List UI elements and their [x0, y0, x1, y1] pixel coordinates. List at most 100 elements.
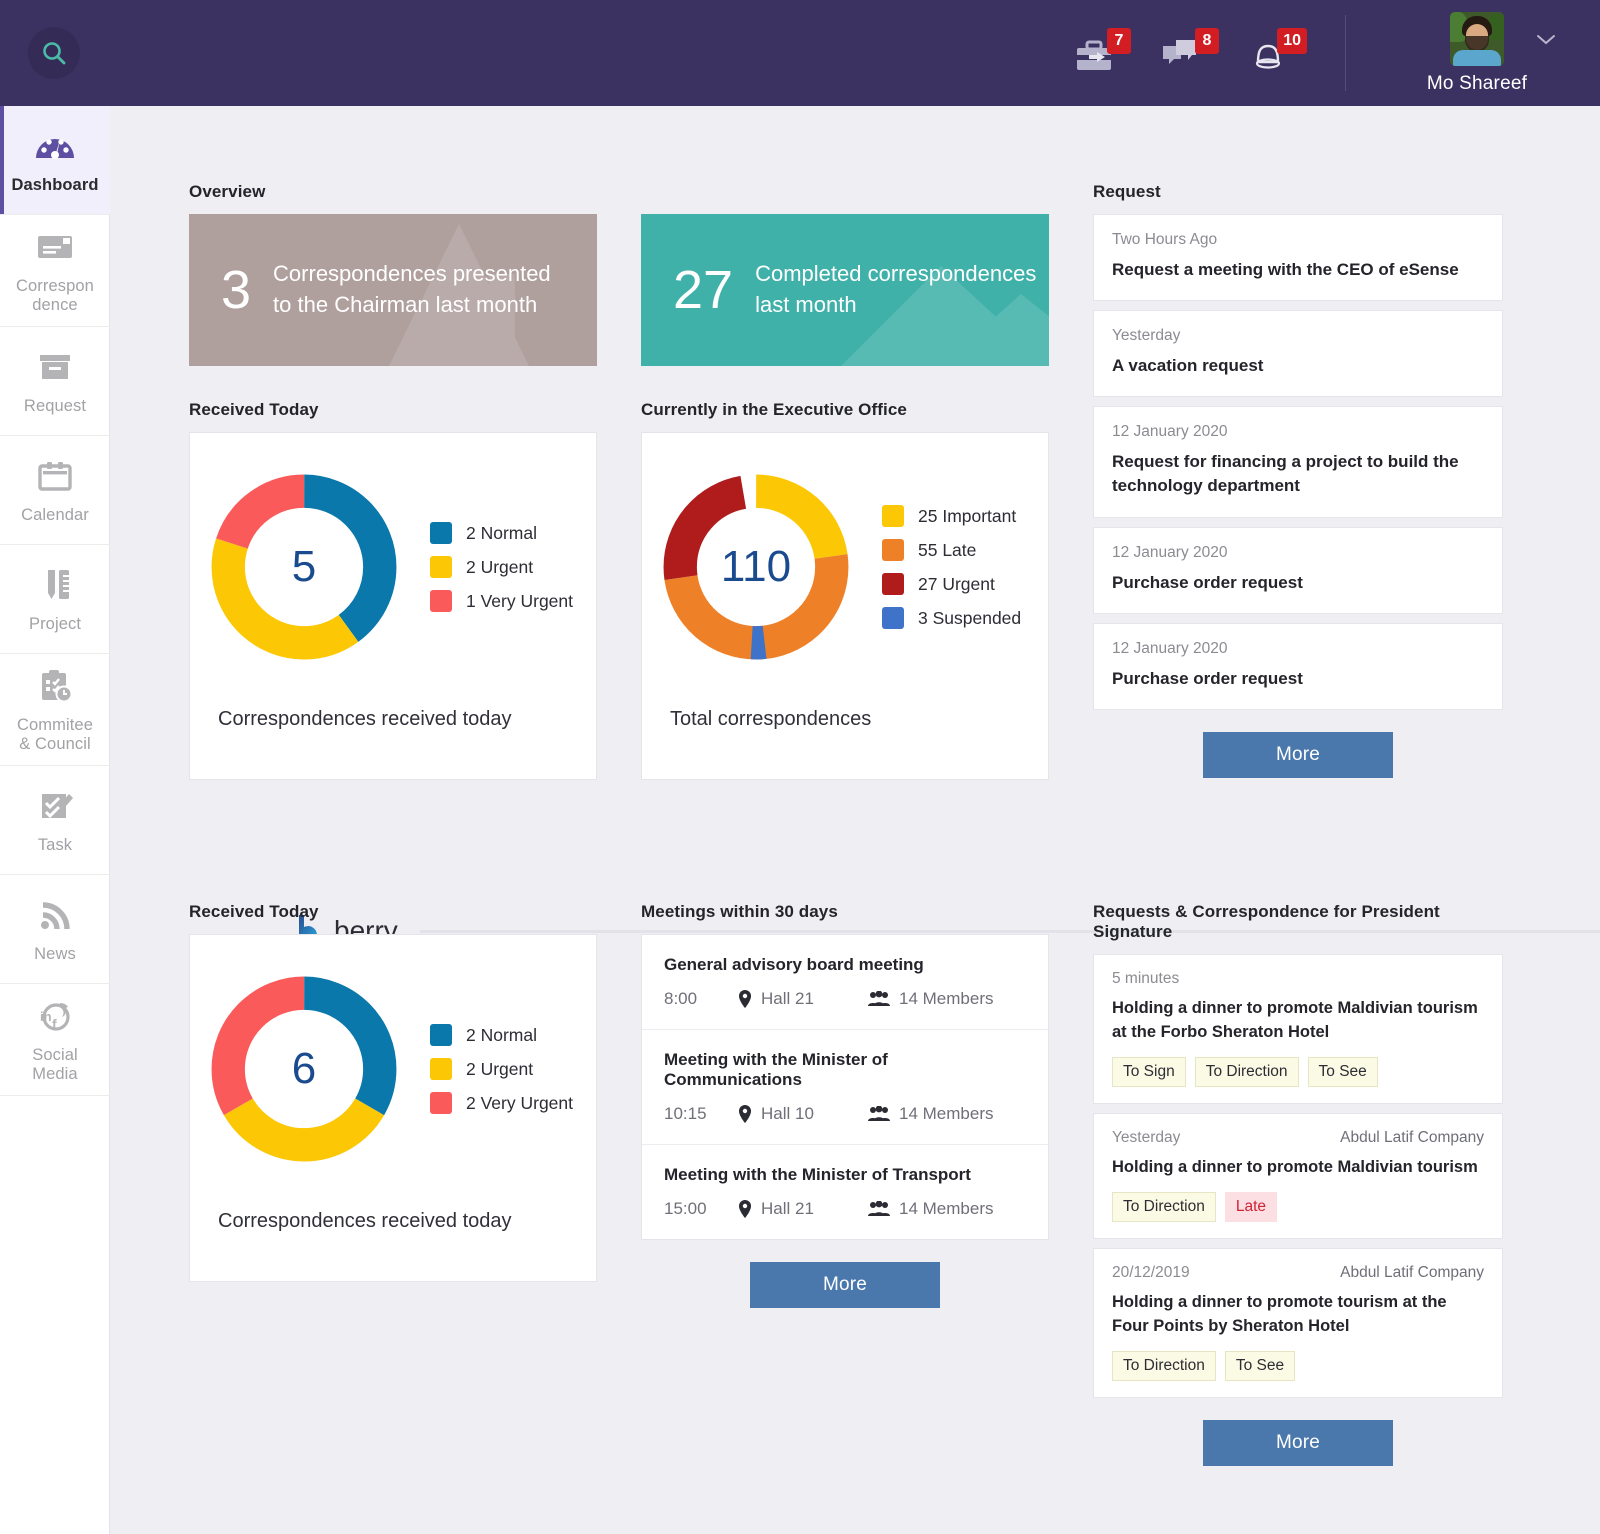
sidebar-item-project[interactable]: Project — [0, 545, 110, 654]
signature-list-item[interactable]: Yesterday Abdul Latif Company Holding a … — [1093, 1112, 1503, 1239]
chevron-down-icon[interactable] — [1536, 34, 1556, 46]
overview-label: Overview — [189, 182, 266, 201]
sidebar-label-request: Request — [23, 397, 87, 416]
received-today-2-legend: 2 Normal 2 Urgent 2 Very Urgent — [430, 1024, 573, 1114]
envelope-icon — [34, 225, 76, 269]
signature-tag[interactable]: To See — [1307, 1056, 1378, 1087]
meeting-list-item[interactable]: Meeting with the Minister of Communicati… — [642, 1030, 1048, 1145]
legend-label-important: 25 Important — [918, 505, 1017, 526]
sidebar-item-task[interactable]: Task — [0, 766, 110, 875]
avatar — [1450, 11, 1504, 66]
received-today-donut: 5 — [204, 467, 404, 667]
sidebar-item-correspondence[interactable]: Correspon dence — [0, 215, 110, 327]
location-pin-icon — [739, 1200, 751, 1218]
sidebar: Dashboard Correspon dence Request Calend… — [0, 106, 110, 1534]
signature-date: 5 minutes — [1112, 970, 1180, 987]
members-icon — [868, 1201, 890, 1216]
meeting-hall: Hall 21 — [761, 989, 814, 1008]
legend-label-normal: 2 Normal — [466, 1024, 537, 1045]
request-date: 12 January 2020 — [1112, 423, 1228, 441]
request-panel-label: Request — [1093, 182, 1161, 201]
bell-button[interactable]: 10 — [1249, 28, 1307, 76]
bell-badge: 10 — [1277, 28, 1307, 54]
legend-item: 25 Important — [882, 505, 1021, 527]
signature-tag-late[interactable]: Late — [1224, 1191, 1278, 1222]
meetings-card: General advisory board meeting 8:00 Hall… — [641, 934, 1049, 1240]
chat-badge: 8 — [1195, 28, 1219, 54]
task-check-icon — [34, 784, 76, 828]
user-menu[interactable]: Mo Shareef — [1402, 11, 1555, 95]
request-list-item[interactable]: 12 January 2020 Request for financing a … — [1093, 406, 1503, 518]
signature-date: 20/12/2019 — [1112, 1263, 1190, 1281]
top-bar: 7 8 10 Mo Shareef — [0, 0, 1600, 106]
briefcase-button[interactable]: 7 — [1073, 28, 1131, 76]
legend-label-very-urgent: 1 Very Urgent — [466, 590, 573, 611]
overview-tile-completed-value: 27 — [673, 260, 734, 320]
signature-title: Holding a dinner to promote Maldivian to… — [1112, 999, 1478, 1041]
signature-more-button[interactable]: More — [1203, 1419, 1393, 1466]
sidebar-label-dashboard: Dashboard — [11, 176, 99, 195]
meeting-title: General advisory board meeting — [664, 955, 924, 974]
dashboard-row-2: Received Today 6 2 Normal 2 Urgent 2 Ver… — [189, 902, 1600, 1466]
signature-list-item[interactable]: 20/12/2019 Abdul Latif Company Holding a… — [1093, 1247, 1503, 1398]
request-list-item[interactable]: 12 January 2020 Purchase order request — [1093, 526, 1503, 614]
meeting-title: Meeting with the Minister of Communicati… — [664, 1050, 888, 1089]
legend-label-urgent: 27 Urgent — [918, 573, 995, 594]
legend-item: 2 Urgent — [430, 1058, 573, 1080]
location-pin-icon — [739, 990, 751, 1008]
dashboard-gauge-icon — [34, 124, 76, 168]
chat-button[interactable]: 8 — [1161, 28, 1219, 76]
signature-date: Yesterday — [1112, 1128, 1181, 1146]
sidebar-item-social-media[interactable]: in f Social Media — [0, 984, 110, 1096]
request-date: Two Hours Ago — [1112, 231, 1218, 248]
received-today-2-donut: 6 — [204, 969, 404, 1169]
topbar-icon-group: 7 8 10 Mo Shareef — [1073, 11, 1600, 95]
meeting-list-item[interactable]: General advisory board meeting 8:00 Hall… — [642, 935, 1048, 1030]
meeting-hall: Hall 21 — [761, 1199, 814, 1218]
meeting-list-item[interactable]: Meeting with the Minister of Transport 1… — [642, 1145, 1048, 1239]
legend-item: 55 Late — [882, 539, 1021, 561]
request-title: Purchase order request — [1112, 668, 1303, 688]
signature-tag[interactable]: To Direction — [1112, 1350, 1216, 1381]
sidebar-item-dashboard[interactable]: Dashboard — [0, 106, 110, 215]
meetings-panel: Meetings within 30 days General advisory… — [641, 902, 1049, 1466]
meetings-more-button[interactable]: More — [750, 1262, 940, 1308]
request-title: Request a meeting with the CEO of eSense — [1112, 260, 1459, 279]
legend-label-late: 55 Late — [918, 539, 977, 560]
meeting-hall: Hall 10 — [761, 1104, 814, 1123]
clipboard-clock-icon — [34, 664, 76, 708]
request-list-item[interactable]: 12 January 2020 Purchase order request — [1093, 622, 1503, 710]
sidebar-item-request[interactable]: Request — [0, 327, 110, 436]
signature-tag[interactable]: To Sign — [1112, 1056, 1186, 1087]
sidebar-item-committee[interactable]: Commitee & Council — [0, 654, 110, 766]
request-list-item[interactable]: Yesterday A vacation request — [1093, 310, 1503, 398]
sidebar-item-calendar[interactable]: Calendar — [0, 436, 110, 545]
signature-tag[interactable]: To See — [1224, 1350, 1296, 1381]
search-button[interactable] — [28, 27, 80, 79]
meeting-time: 8:00 — [664, 989, 698, 1008]
signature-tag[interactable]: To Direction — [1112, 1191, 1216, 1222]
request-more-button[interactable]: More — [1203, 731, 1393, 778]
overview-tile-completed[interactable]: 27 Completed correspondences last month — [641, 214, 1049, 366]
signature-list-item[interactable]: 5 minutes Holding a dinner to promote Ma… — [1093, 954, 1503, 1104]
meeting-members: 14 Members — [899, 989, 994, 1008]
social-media-icon: in f — [34, 994, 76, 1038]
legend-label-normal: 2 Normal — [466, 522, 537, 543]
main-content: Overview 3 Correspondences presented to … — [110, 106, 1600, 1534]
legend-swatch-urgent — [882, 573, 904, 595]
executive-office-card: 110 25 Important 55 Late 27 Urgent 3 Sus… — [641, 432, 1049, 780]
legend-item: 2 Very Urgent — [430, 1092, 573, 1114]
request-list-item[interactable]: Two Hours Ago Request a meeting with the… — [1093, 214, 1503, 302]
request-date: 12 January 2020 — [1112, 543, 1228, 561]
legend-swatch-suspended — [882, 607, 904, 629]
legend-swatch-very-urgent — [430, 590, 452, 612]
members-icon — [868, 1106, 890, 1121]
legend-swatch-normal — [430, 522, 452, 544]
location-pin-icon — [739, 1105, 751, 1123]
sidebar-label-calendar: Calendar — [21, 506, 89, 525]
received-today-total: 5 — [291, 542, 317, 591]
sidebar-item-news[interactable]: News — [0, 875, 110, 984]
signature-org: Abdul Latif Company — [1340, 1128, 1484, 1146]
overview-tile-chairman[interactable]: 3 Correspondences presented to the Chair… — [189, 214, 597, 366]
signature-tag[interactable]: To Direction — [1194, 1056, 1299, 1087]
